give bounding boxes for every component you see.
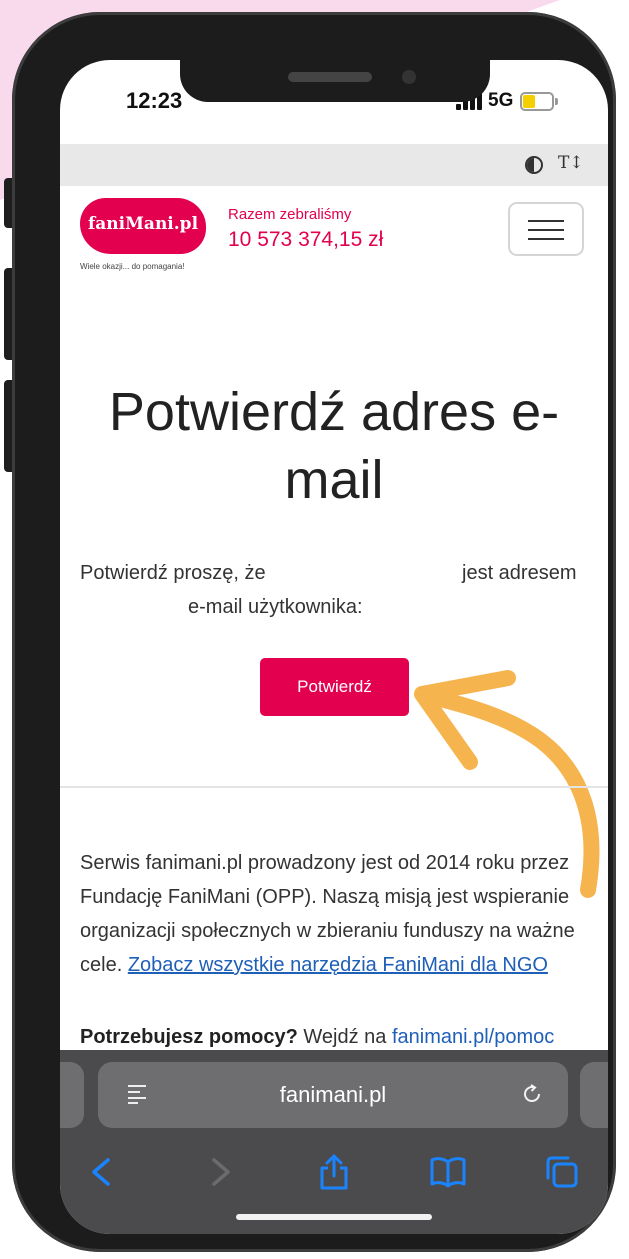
hamburger-menu-button[interactable] xyxy=(508,202,584,256)
page-title: Potwierdź adres e-mail xyxy=(108,382,560,510)
tabs-icon[interactable] xyxy=(542,1152,582,1192)
contrast-icon[interactable] xyxy=(525,156,543,174)
raised-label: Razem zebraliśmy xyxy=(228,206,352,223)
tools-link[interactable]: Zobacz wszystkie narzędzia FaniMani dla … xyxy=(128,954,548,976)
address-bar[interactable]: fanimani.pl xyxy=(98,1062,568,1128)
fanimani-logo[interactable]: faniMani.pl xyxy=(80,198,206,254)
phone-screen: 12:23 5G T↕ faniMani.pl Wiele okazji... … xyxy=(60,60,608,1234)
phone-frame: 12:23 5G T↕ faniMani.pl Wiele okazji... … xyxy=(12,12,616,1252)
help-line: Potrzebujesz pomocy? Wejdź na fanimani.p… xyxy=(80,1026,608,1049)
accessibility-toolbar: T↕ xyxy=(60,144,608,186)
previous-tab[interactable] xyxy=(60,1062,84,1128)
confirm-text-line2: e-mail użytkownika: xyxy=(188,596,363,618)
url-text: fanimani.pl xyxy=(279,1082,387,1107)
back-icon[interactable] xyxy=(82,1152,122,1192)
home-indicator xyxy=(236,1214,432,1220)
logo-text: faniMani.pl xyxy=(87,214,199,234)
battery-icon xyxy=(520,92,558,111)
raised-amount: 10 573 374,15 zł xyxy=(228,228,384,251)
browser-nav-row xyxy=(60,1146,608,1196)
network-type: 5G xyxy=(488,90,514,111)
confirm-button[interactable]: Potwierdź xyxy=(260,658,409,716)
redacted-email xyxy=(278,556,456,586)
logo-tagline: Wiele okazji... do pomagania! xyxy=(80,262,185,271)
front-camera xyxy=(402,70,416,84)
section-divider xyxy=(60,786,608,788)
help-label: Potrzebujesz pomocy? xyxy=(80,1026,298,1048)
status-time: 12:23 xyxy=(126,88,183,113)
share-icon[interactable] xyxy=(314,1152,354,1192)
help-link[interactable]: fanimani.pl/pomoc xyxy=(392,1026,554,1048)
bookmarks-icon[interactable] xyxy=(428,1152,468,1192)
confirm-text-start: Potwierdź proszę, że xyxy=(80,562,266,584)
help-text: Wejdź na xyxy=(303,1026,387,1048)
forward-icon[interactable] xyxy=(200,1152,240,1192)
reload-icon[interactable] xyxy=(520,1082,544,1106)
browser-toolbar: fanimani.pl xyxy=(60,1050,608,1234)
about-text: Serwis fanimani.pl prowadzony jest od 20… xyxy=(80,846,592,982)
text-size-icon[interactable]: T↕ xyxy=(558,153,584,173)
confirm-text-end: jest adresem xyxy=(462,562,577,584)
notch xyxy=(180,60,490,102)
speaker xyxy=(288,72,372,82)
next-tab[interactable] xyxy=(580,1062,608,1128)
